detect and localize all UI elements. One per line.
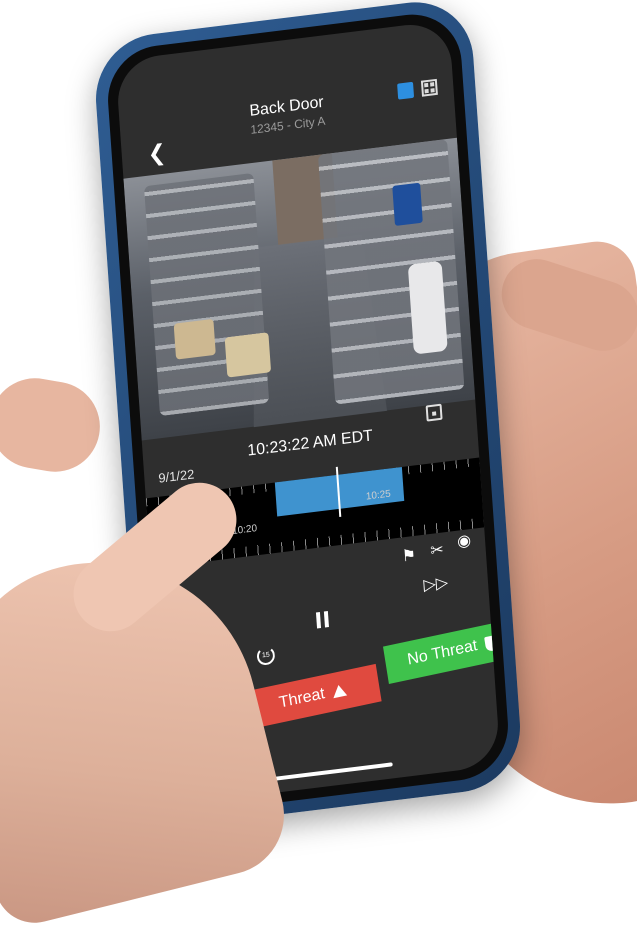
- camera-icon[interactable]: ◉: [457, 532, 472, 551]
- flag-icon[interactable]: ⚑: [401, 547, 416, 566]
- video-rack-left: [143, 172, 270, 417]
- warning-icon: [331, 683, 348, 699]
- fast-forward-icon[interactable]: ▷▷: [423, 572, 449, 595]
- home-indicator[interactable]: [273, 762, 393, 781]
- scissors-icon[interactable]: ✂: [430, 541, 444, 560]
- calendar-icon[interactable]: [425, 403, 443, 422]
- no-threat-button[interactable]: No Threat: [383, 618, 501, 685]
- video-box: [224, 332, 272, 378]
- no-threat-button-label: No Threat: [406, 637, 479, 669]
- rewind-seconds: 15: [261, 651, 270, 660]
- grid-view-icon[interactable]: [420, 78, 438, 97]
- camera-video-feed[interactable]: [123, 137, 476, 441]
- pause-icon[interactable]: [315, 611, 330, 629]
- video-bucket: [392, 182, 423, 226]
- video-rack-right: [317, 139, 465, 405]
- rewind-15-icon[interactable]: 15: [256, 645, 276, 667]
- video-box: [173, 318, 216, 360]
- video-drum: [407, 260, 448, 355]
- single-view-icon[interactable]: [397, 81, 415, 100]
- threat-button-label: Threat: [277, 685, 326, 712]
- threat-button[interactable]: Threat: [244, 663, 382, 730]
